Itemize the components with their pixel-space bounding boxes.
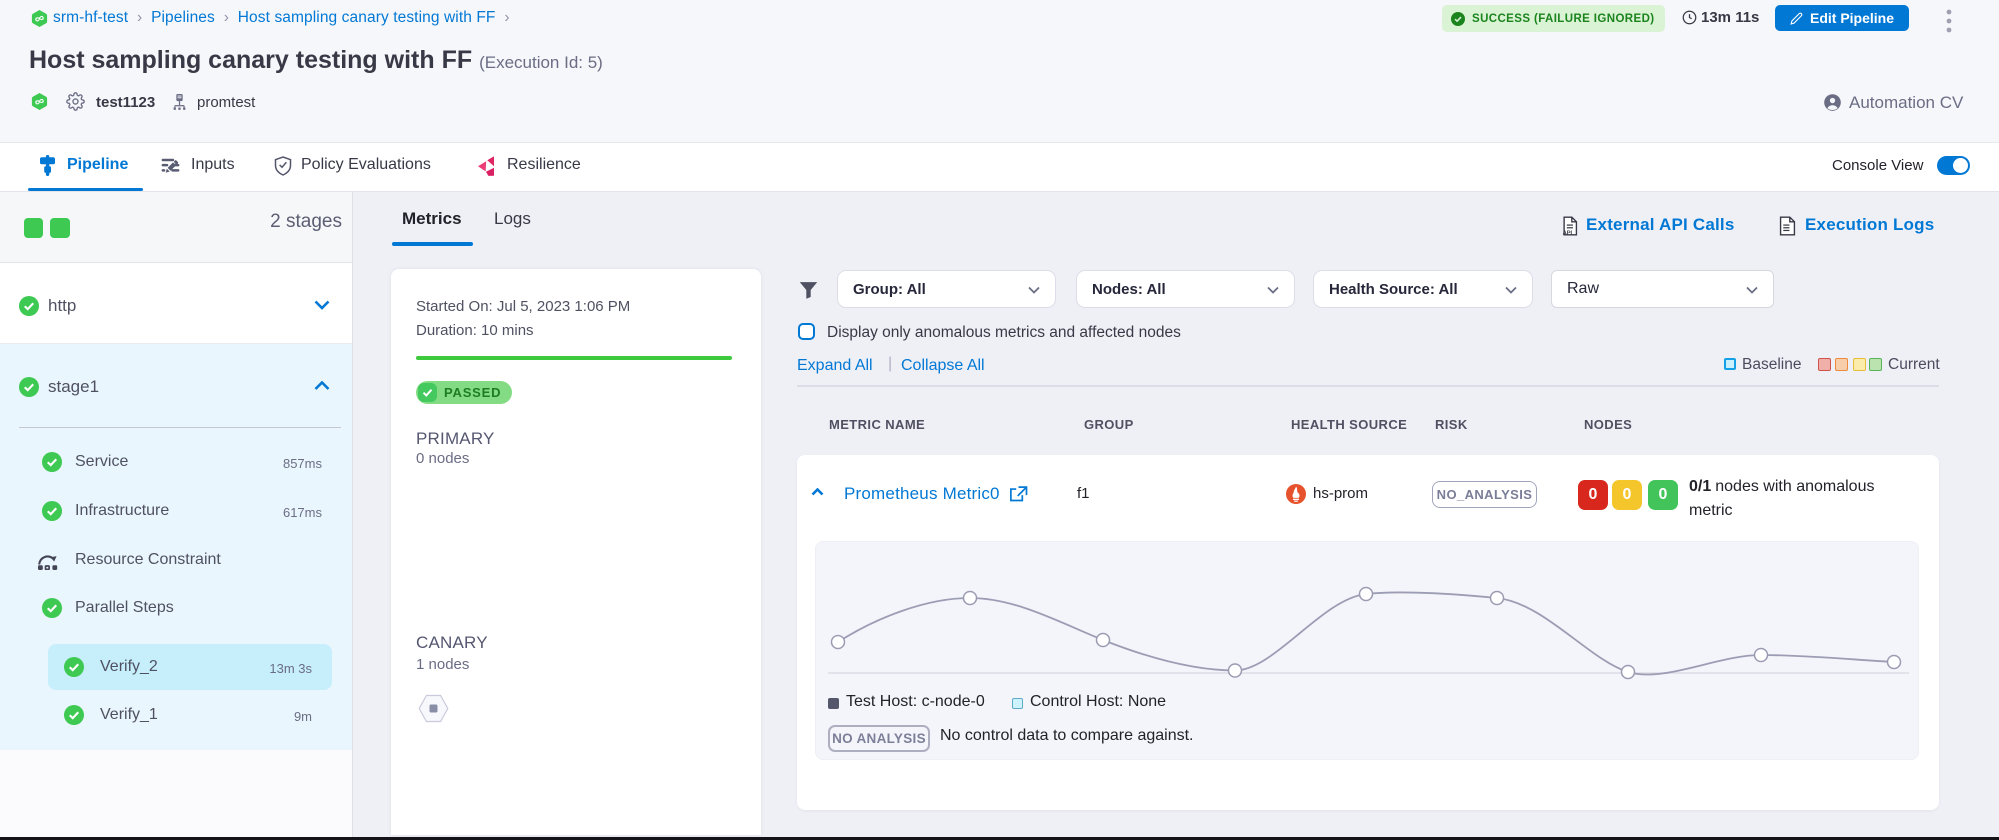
svg-text:API: API bbox=[1563, 230, 1573, 236]
